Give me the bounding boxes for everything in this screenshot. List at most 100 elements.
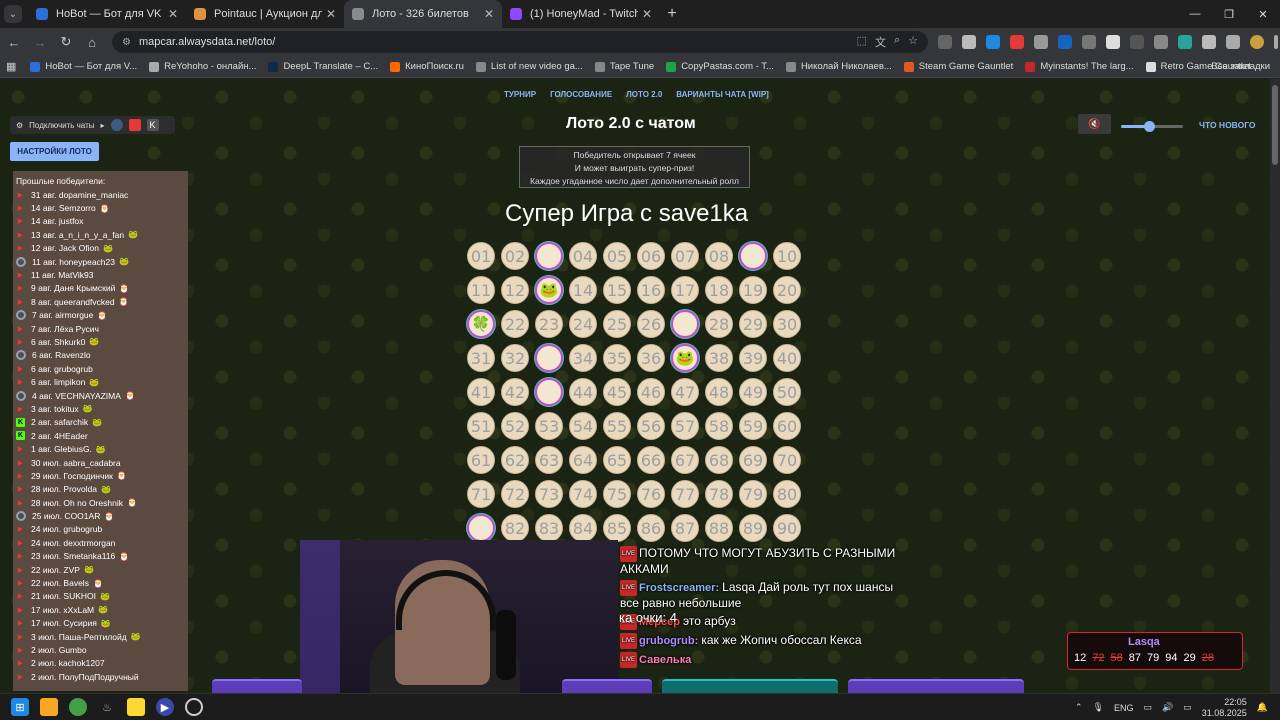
lotto-cell-68[interactable]: 68 [705, 446, 733, 474]
lotto-cell-90[interactable]: 90 [773, 514, 801, 542]
lotto-cell-67[interactable]: 67 [671, 446, 699, 474]
extension-icon[interactable] [938, 35, 952, 49]
extension-icon[interactable] [986, 35, 1000, 49]
bookmark-item[interactable]: HoBot — Бот для V... [30, 61, 137, 72]
lotto-cell-38[interactable]: 38 [705, 344, 733, 372]
lotto-cell-40[interactable]: 40 [773, 344, 801, 372]
mute-button[interactable]: 🔇 [1078, 114, 1111, 134]
lotto-cell-31[interactable]: 31 [467, 344, 495, 372]
bookmark-item[interactable]: ReYohoho - онлайн... [149, 61, 256, 72]
lotto-cell-11[interactable]: 11 [467, 276, 495, 304]
extension-icon[interactable] [1154, 35, 1168, 49]
lotto-cell-64[interactable]: 64 [569, 446, 597, 474]
bookmark-item[interactable]: Steam Game Gauntlet [903, 61, 1013, 72]
lotto-cell-28[interactable]: 28 [705, 310, 733, 338]
lotto-cell-47[interactable]: 47 [671, 378, 699, 406]
clock[interactable]: 22:05 31.08.2025 [1202, 697, 1247, 719]
lotto-cell-53[interactable]: 53 [535, 412, 563, 440]
bookmark-item[interactable]: Myinstants! The larg... [1025, 61, 1134, 72]
lotto-settings-button[interactable]: НАСТРОЙКИ ЛОТО [10, 142, 99, 161]
translate-icon[interactable]: 文 [875, 34, 886, 50]
lotto-cell-33[interactable] [535, 344, 563, 372]
lotto-cell-50[interactable]: 50 [773, 378, 801, 406]
lotto-cell-18[interactable]: 18 [705, 276, 733, 304]
extension-icon[interactable] [962, 35, 976, 49]
language-indicator[interactable]: ENG [1114, 703, 1134, 713]
lotto-cell-05[interactable]: 05 [603, 242, 631, 270]
all-bookmarks-button[interactable]: Все закладки [1211, 61, 1270, 72]
lotto-cell-72[interactable]: 72 [501, 480, 529, 508]
lotto-cell-13[interactable]: 🐸 [535, 276, 563, 304]
lotto-cell-88[interactable]: 88 [705, 514, 733, 542]
lotto-cell-20[interactable]: 20 [773, 276, 801, 304]
lotto-cell-49[interactable]: 49 [739, 378, 767, 406]
lotto-cell-71[interactable]: 71 [467, 480, 495, 508]
browser-tab[interactable]: Pointauc | Аукцион для стримеров ✕ [186, 0, 344, 28]
lotto-cell-24[interactable]: 24 [569, 310, 597, 338]
bookmark-item[interactable]: CopyPastas.com - T... [666, 61, 774, 72]
close-tab-icon[interactable]: ✕ [484, 7, 494, 21]
lotto-cell-66[interactable]: 66 [637, 446, 665, 474]
chevron-up-icon[interactable]: ⌃ [1075, 702, 1083, 713]
bookmark-star-icon[interactable]: ☆ [908, 34, 918, 50]
bookmark-item[interactable]: Николай Николаев... [785, 61, 892, 72]
lotto-cell-70[interactable]: 70 [773, 446, 801, 474]
media-player-icon[interactable]: ▶ [156, 698, 174, 716]
new-tab-button[interactable]: + [660, 5, 684, 23]
lotto-cell-06[interactable]: 06 [637, 242, 665, 270]
lotto-cell-07[interactable]: 07 [671, 242, 699, 270]
lotto-cell-12[interactable]: 12 [501, 276, 529, 304]
lotto-cell-16[interactable]: 16 [637, 276, 665, 304]
lotto-cell-85[interactable]: 85 [603, 514, 631, 542]
bookmark-item[interactable]: КиноПоиск.ru [390, 61, 464, 72]
volume-slider[interactable] [1121, 121, 1183, 132]
install-icon[interactable]: ⬚ [857, 34, 867, 50]
lotto-cell-62[interactable]: 62 [501, 446, 529, 474]
lotto-cell-54[interactable]: 54 [569, 412, 597, 440]
lotto-cell-08[interactable]: 08 [705, 242, 733, 270]
lotto-cell-44[interactable]: 44 [569, 378, 597, 406]
lotto-cell-76[interactable]: 76 [637, 480, 665, 508]
lotto-cell-84[interactable]: 84 [569, 514, 597, 542]
lotto-cell-42[interactable]: 42 [501, 378, 529, 406]
lotto-cell-83[interactable]: 83 [535, 514, 563, 542]
menu-icon[interactable] [1274, 35, 1278, 49]
zoom-icon[interactable]: ⌕ [894, 34, 900, 50]
battery-icon[interactable]: ▭ [1183, 702, 1192, 713]
close-tab-icon[interactable]: ✕ [168, 7, 178, 21]
lotto-cell-65[interactable]: 65 [603, 446, 631, 474]
lotto-cell-39[interactable]: 39 [739, 344, 767, 372]
close-tab-icon[interactable]: ✕ [326, 7, 336, 21]
media-icon[interactable] [1226, 35, 1240, 49]
lotto-cell-86[interactable]: 86 [637, 514, 665, 542]
home-button[interactable]: ⌂ [80, 30, 104, 54]
lotto-cell-48[interactable]: 48 [705, 378, 733, 406]
lotto-cell-09[interactable] [739, 242, 767, 270]
close-tab-icon[interactable]: ✕ [642, 7, 652, 21]
lotto-cell-75[interactable]: 75 [603, 480, 631, 508]
lotto-cell-19[interactable]: 19 [739, 276, 767, 304]
lotto-cell-56[interactable]: 56 [637, 412, 665, 440]
lotto-cell-34[interactable]: 34 [569, 344, 597, 372]
extension-icon[interactable] [1082, 35, 1096, 49]
lotto-cell-04[interactable]: 04 [569, 242, 597, 270]
lotto-cell-52[interactable]: 52 [501, 412, 529, 440]
network-icon[interactable]: ▭ [1143, 702, 1152, 713]
lotto-cell-17[interactable]: 17 [671, 276, 699, 304]
lotto-cell-57[interactable]: 57 [671, 412, 699, 440]
chrome-icon[interactable] [69, 698, 87, 716]
extension-icon[interactable] [1106, 35, 1120, 49]
lotto-cell-22[interactable]: 22 [501, 310, 529, 338]
reload-button[interactable]: ↻ [54, 30, 78, 54]
obs-icon[interactable] [185, 698, 203, 716]
extension-icon[interactable] [1010, 35, 1024, 49]
close-window-button[interactable]: ✕ [1246, 0, 1280, 28]
app-icon[interactable] [127, 698, 145, 716]
lotto-cell-43[interactable] [535, 378, 563, 406]
nav-link[interactable]: ГОЛОСОВАНИЕ [550, 90, 612, 99]
lotto-cell-27[interactable] [671, 310, 699, 338]
back-button[interactable]: ← [2, 30, 26, 54]
windows-start-icon[interactable]: ⊞ [11, 698, 29, 716]
site-info-icon[interactable]: ⚙ [122, 37, 131, 48]
steam-icon[interactable]: ♨ [98, 698, 116, 716]
